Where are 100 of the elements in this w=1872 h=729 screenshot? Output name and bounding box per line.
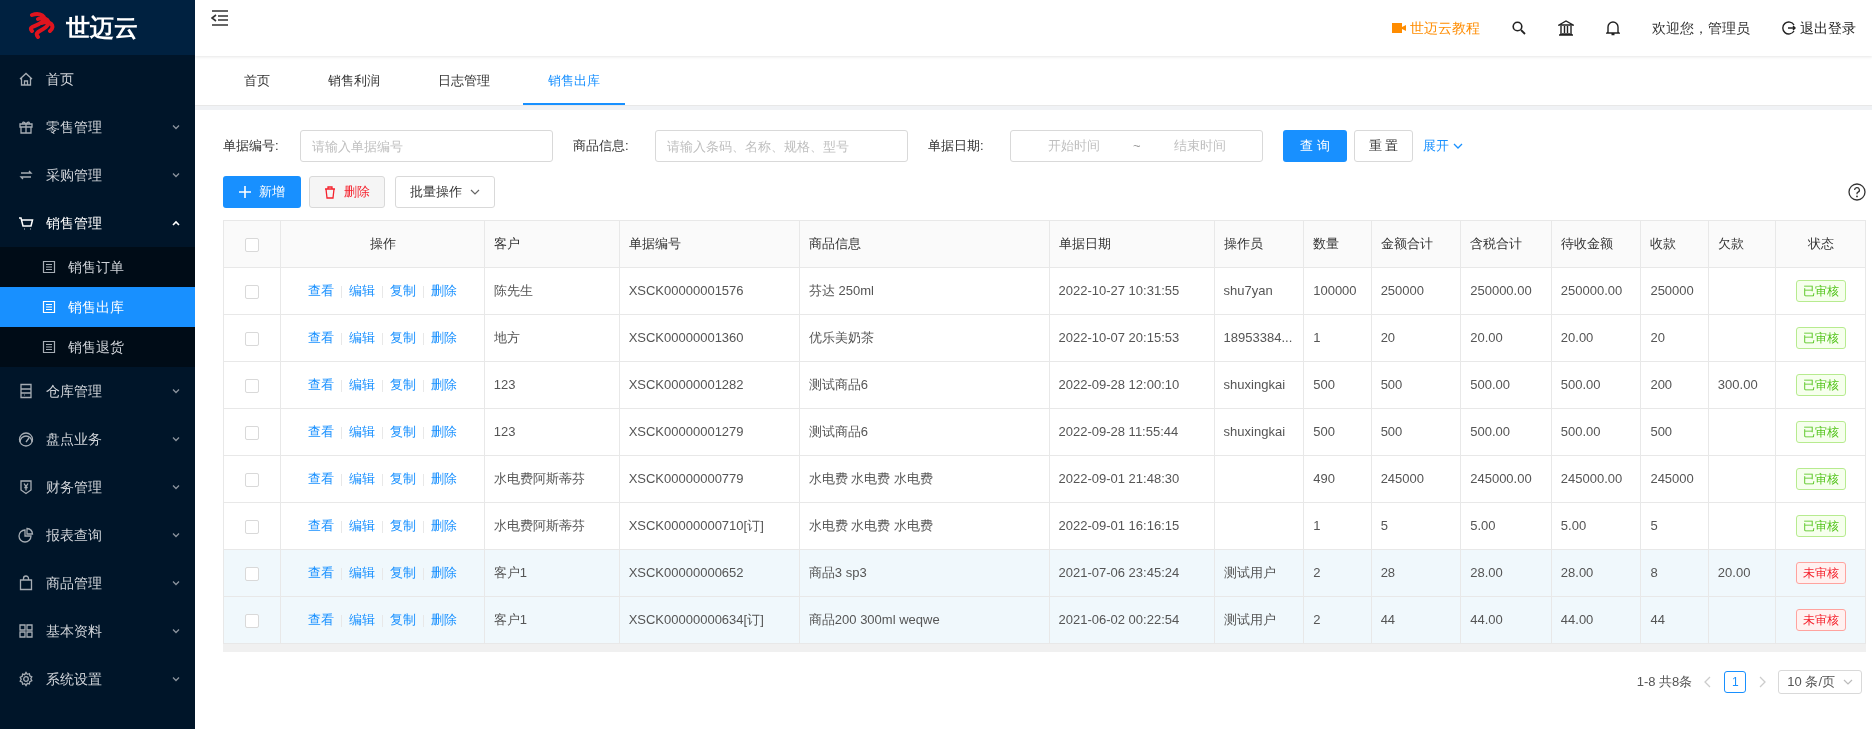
table-row[interactable]: 查看 编辑 复制 删除 123 XSCK00000001279 测试商品6 2022-09-28 11:55:44 shuxingkai 500 500 500.00 500.00 500 已审核 — [223, 408, 1866, 456]
action-link[interactable]: 复制 — [390, 424, 417, 440]
search-icon[interactable] — [1512, 21, 1526, 35]
action-link[interactable]: 编辑 — [349, 471, 376, 487]
document-list-icon — [42, 300, 56, 314]
filter-label: 商品信息: — [573, 137, 630, 156]
menu-fold-icon[interactable] — [211, 10, 229, 26]
highlighted-row[interactable]: 查看 编辑 复制 删除 客户1 XSCK00000000634[订] 商品200 300ml weqwe 2021-06-02 00:22:54 测试用户 2 44 44.00 44.00 44 未审核 — [223, 596, 1866, 644]
table-cell: 500 — [1380, 377, 1403, 393]
sidebar-item[interactable]: 系统设置 — [0, 655, 195, 703]
sidebar-item[interactable]: 采购管理 — [0, 151, 195, 199]
tab[interactable]: 销售利润 — [303, 59, 405, 105]
checkbox[interactable] — [245, 472, 260, 487]
action-link[interactable]: 编辑 — [349, 518, 376, 534]
table-cell: 2022-09-01 21:48:30 — [1058, 471, 1180, 487]
bank-icon[interactable] — [1558, 20, 1574, 36]
action-link[interactable]: 删除 — [431, 612, 458, 628]
table-row[interactable]: 查看 编辑 复制 删除 水电费阿斯蒂芬 XSCK00000000779 水电费 水电费 水电费 2022-09-01 21:48:30 490 245000 245000.00 245000.00 245000 已审核 — [223, 455, 1866, 503]
add-button[interactable]: 新增 — [223, 176, 301, 208]
action-link[interactable]: 编辑 — [349, 283, 376, 299]
action-link[interactable]: 编辑 — [349, 612, 376, 628]
sidebar-item[interactable]: 销售管理 — [0, 199, 195, 247]
sidebar-subitem[interactable]: 销售退货 — [0, 327, 195, 367]
action-link[interactable]: 编辑 — [349, 565, 376, 581]
checkbox[interactable] — [245, 378, 260, 393]
action-link[interactable]: 复制 — [390, 518, 417, 534]
action-link[interactable]: 查看 — [308, 565, 335, 581]
gear-icon — [18, 671, 34, 687]
sidebar-item[interactable]: 财务管理 — [0, 463, 195, 511]
action-link[interactable]: 删除 — [431, 377, 458, 393]
table-cell: 18953384... — [1223, 330, 1293, 346]
action-link[interactable]: 复制 — [390, 612, 417, 628]
delete-button[interactable]: 删除 — [309, 176, 385, 208]
page-size-dropdown[interactable]: 10 条/页 — [1778, 670, 1862, 694]
checkbox[interactable] — [245, 237, 260, 252]
action-link[interactable]: 查看 — [308, 612, 335, 628]
shopping-bag-icon — [18, 575, 34, 591]
checkbox[interactable] — [245, 613, 260, 628]
action-link[interactable]: 删除 — [431, 518, 458, 534]
action-link[interactable]: 复制 — [390, 471, 417, 487]
sidebar-subitem[interactable]: 销售订单 — [0, 247, 195, 287]
logout-link[interactable]: 退出登录 — [1782, 17, 1856, 39]
action-link[interactable]: 删除 — [431, 283, 458, 299]
sidebar-item[interactable]: 零售管理 — [0, 103, 195, 151]
action-link[interactable]: 删除 — [431, 424, 458, 440]
trash-icon — [324, 185, 336, 199]
action-link[interactable]: 查看 — [308, 283, 335, 299]
checkbox[interactable] — [245, 331, 260, 346]
expand-link[interactable]: 展开 — [1423, 136, 1464, 156]
action-link[interactable]: 删除 — [431, 471, 458, 487]
sidebar-item[interactable]: 商品管理 — [0, 559, 195, 607]
sidebar-item[interactable]: 基本资料 — [0, 607, 195, 655]
action-link[interactable]: 查看 — [308, 377, 335, 393]
table-row[interactable]: 查看 编辑 复制 删除 123 XSCK00000001282 测试商品6 2022-09-28 12:00:10 shuxingkai 500 500 500.00 500.00 200 300.00 已审核 — [223, 361, 1866, 409]
action-link[interactable]: 编辑 — [349, 424, 376, 440]
sidebar-item[interactable]: 报表查询 — [0, 511, 195, 559]
action-link[interactable]: 编辑 — [349, 377, 376, 393]
table-row[interactable]: 查看 编辑 复制 删除 陈先生 XSCK00000001576 芬达 250ml 2022-10-27 10:31:55 shu7yan 100000 250000 250000.00 250000.00 250000 已审核 — [223, 267, 1866, 315]
table-cell: 2022-10-27 10:31:55 — [1058, 283, 1180, 299]
action-link[interactable]: 查看 — [308, 518, 335, 534]
input-field[interactable]: 请输入条码、名称、规格、型号 — [655, 130, 908, 162]
sidebar-item[interactable]: 仓库管理 — [0, 367, 195, 415]
checkbox[interactable] — [245, 425, 260, 440]
batch-dropdown[interactable]: 批量操作 — [395, 176, 495, 208]
reset-button[interactable]: 重 置 — [1353, 130, 1414, 162]
action-link[interactable]: 删除 — [431, 330, 458, 346]
end-date-input[interactable]: 结束时间 — [1144, 136, 1255, 156]
sidebar-item[interactable]: 盘点业务 — [0, 415, 195, 463]
highlighted-row[interactable]: 查看 编辑 复制 删除 客户1 XSCK00000000652 商品3 sp3 2021-07-06 23:45:24 测试用户 2 28 28.00 28.00 8 20.00 未审核 — [223, 549, 1866, 597]
search-button[interactable]: 查 询 — [1283, 130, 1347, 162]
table-row[interactable]: 查看 编辑 复制 删除 地方 XSCK00000001360 优乐美奶茶 2022-10-07 20:15:53 18953384... 1 20 20.00 20.00 20 已审核 — [223, 314, 1866, 362]
action-link[interactable]: 删除 — [431, 565, 458, 581]
table-cell: 商品3 sp3 — [808, 565, 867, 581]
checkbox[interactable] — [245, 566, 260, 581]
input-field[interactable]: 请输入单据编号 — [300, 130, 553, 162]
table-row[interactable]: 查看 编辑 复制 删除 水电费阿斯蒂芬 XSCK00000000710[订] 水电费 水电费 水电费 2022-09-01 16:16:15 1 5 5.00 5.00 5 已审核 — [223, 502, 1866, 550]
action-link[interactable]: 复制 — [390, 330, 417, 346]
action-link[interactable]: 查看 — [308, 424, 335, 440]
document-list-icon — [42, 340, 56, 354]
sidebar-subitem[interactable]: 销售出库 — [0, 287, 195, 327]
tab[interactable]: 首页 — [219, 59, 295, 105]
action-link[interactable]: 查看 — [308, 471, 335, 487]
checkbox[interactable] — [245, 284, 260, 299]
page-button[interactable]: 1 — [1724, 671, 1747, 693]
action-link[interactable]: 编辑 — [349, 330, 376, 346]
tutorial-link[interactable]: 世迈云教程 — [1392, 17, 1480, 39]
action-link[interactable]: 复制 — [390, 283, 417, 299]
action-link[interactable]: 复制 — [390, 565, 417, 581]
bell-icon[interactable] — [1606, 20, 1620, 36]
table-cell: 2022-10-07 20:15:53 — [1058, 330, 1180, 346]
chevron-down-icon — [1453, 141, 1464, 151]
sidebar-item[interactable]: 首页 — [0, 55, 195, 103]
tab[interactable]: 日志管理 — [413, 59, 515, 105]
action-link[interactable]: 复制 — [390, 377, 417, 393]
action-link[interactable]: 查看 — [308, 330, 335, 346]
start-date-input[interactable]: 开始时间 — [1019, 136, 1129, 156]
help-icon[interactable] — [1848, 183, 1866, 201]
checkbox[interactable] — [245, 519, 260, 534]
date-range-field[interactable]: 开始时间 ~ 结束时间 — [1010, 130, 1263, 162]
table-cell: 123 — [493, 424, 516, 440]
